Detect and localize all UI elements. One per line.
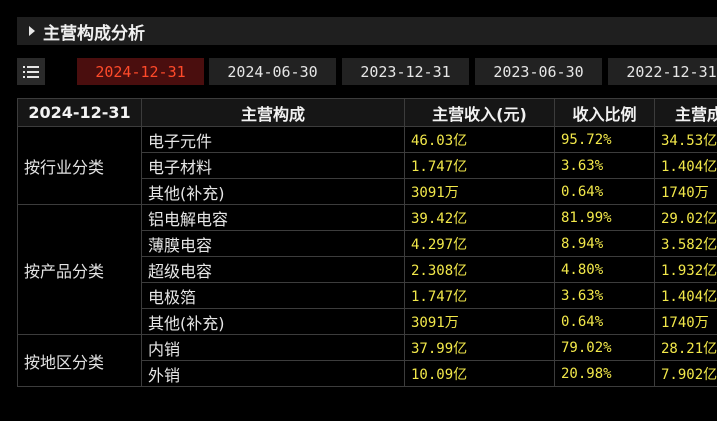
- header-period: 2024-12-31: [17, 98, 142, 127]
- group-label-industry: 按行业分类: [17, 126, 142, 205]
- row-ratio: 3.63%: [554, 282, 655, 309]
- row-cost: 1.932亿: [654, 256, 717, 283]
- row-revenue: 1.747亿: [404, 282, 555, 309]
- row-cost: 1740万: [654, 308, 717, 335]
- header-composition[interactable]: 主营构成: [141, 98, 405, 127]
- row-revenue: 1.747亿: [404, 152, 555, 179]
- row-name: 薄膜电容: [141, 230, 405, 257]
- group-label-region: 按地区分类: [17, 334, 142, 387]
- row-ratio: 3.63%: [554, 152, 655, 179]
- row-revenue: 4.297亿: [404, 230, 555, 257]
- row-revenue: 10.09亿: [404, 360, 555, 387]
- row-revenue: 2.308亿: [404, 256, 555, 283]
- row-ratio: 79.02%: [554, 334, 655, 361]
- header-cost[interactable]: 主营成: [654, 98, 717, 127]
- row-cost: 1.404亿: [654, 152, 717, 179]
- row-cost: 34.53亿: [654, 126, 717, 153]
- row-revenue: 3091万: [404, 308, 555, 335]
- table-row[interactable]: 按地区分类 内销 37.99亿 79.02% 28.21亿: [17, 334, 717, 387]
- list-view-button[interactable]: [17, 58, 45, 85]
- row-cost: 1.404亿: [654, 282, 717, 309]
- caret-right-icon: [29, 26, 35, 36]
- row-name: 超级电容: [141, 256, 405, 283]
- row-ratio: 20.98%: [554, 360, 655, 387]
- row-name: 电子材料: [141, 152, 405, 179]
- row-ratio: 0.64%: [554, 308, 655, 335]
- row-name: 其他(补充): [141, 308, 405, 335]
- row-revenue: 3091万: [404, 178, 555, 205]
- main-composition-panel: 主营构成分析 2024-12-31 2024-06-30 2023-12-31 …: [0, 0, 717, 421]
- row-ratio: 8.94%: [554, 230, 655, 257]
- table-header-row: 2024-12-31 主营构成 主营收入(元) 收入比例 主营成: [17, 98, 717, 127]
- composition-table: 2024-12-31 主营构成 主营收入(元) 收入比例 主营成 按行业分类 电…: [17, 98, 717, 387]
- row-ratio: 81.99%: [554, 204, 655, 231]
- row-name: 内销: [141, 334, 405, 361]
- row-cost: 29.02亿: [654, 204, 717, 231]
- row-cost: 1740万: [654, 178, 717, 205]
- section-header[interactable]: 主营构成分析: [17, 17, 717, 45]
- group-label-product: 按产品分类: [17, 204, 142, 335]
- row-name: 铝电解电容: [141, 204, 405, 231]
- tab-2024-12-31[interactable]: 2024-12-31: [77, 58, 204, 85]
- row-name: 电极箔: [141, 282, 405, 309]
- row-ratio: 4.80%: [554, 256, 655, 283]
- list-icon: [23, 65, 39, 78]
- header-revenue[interactable]: 主营收入(元): [404, 98, 555, 127]
- table-row[interactable]: 按行业分类 电子元件 46.03亿 95.72% 34.53亿: [17, 126, 717, 205]
- tab-2023-12-31[interactable]: 2023-12-31: [342, 58, 469, 85]
- tab-2023-06-30[interactable]: 2023-06-30: [475, 58, 602, 85]
- row-ratio: 0.64%: [554, 178, 655, 205]
- row-revenue: 39.42亿: [404, 204, 555, 231]
- tab-2024-06-30[interactable]: 2024-06-30: [209, 58, 336, 85]
- row-revenue: 37.99亿: [404, 334, 555, 361]
- row-ratio: 95.72%: [554, 126, 655, 153]
- row-cost: 28.21亿: [654, 334, 717, 361]
- header-ratio[interactable]: 收入比例: [554, 98, 655, 127]
- row-name: 外销: [141, 360, 405, 387]
- row-cost: 7.902亿: [654, 360, 717, 387]
- tab-2022-12-31[interactable]: 2022-12-31: [608, 58, 717, 85]
- row-name: 电子元件: [141, 126, 405, 153]
- row-revenue: 46.03亿: [404, 126, 555, 153]
- row-name: 其他(补充): [141, 178, 405, 205]
- table-row[interactable]: 按产品分类 铝电解电容 39.42亿 81.99% 29.02亿: [17, 204, 717, 335]
- section-title: 主营构成分析: [43, 23, 145, 44]
- row-cost: 3.582亿: [654, 230, 717, 257]
- composition-table-wrapper: 2024-12-31 主营构成 主营收入(元) 收入比例 主营成 按行业分类 电…: [17, 98, 717, 401]
